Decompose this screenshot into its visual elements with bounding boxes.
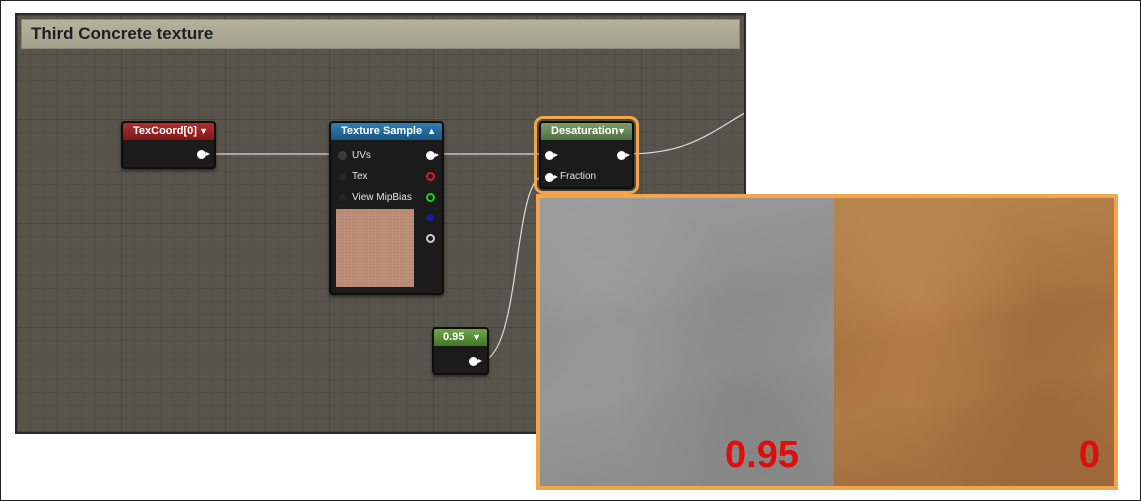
- desaturation-node[interactable]: Desaturation ▼ Fraction: [534, 116, 639, 194]
- a-output-pin[interactable]: [426, 234, 435, 243]
- desaturated-texture-preview: 0.95: [540, 198, 834, 486]
- collapse-arrow-icon[interactable]: ▼: [472, 329, 481, 346]
- texcoord-node[interactable]: TexCoord[0] ▼: [121, 121, 216, 169]
- constant-header[interactable]: 0.95 ▼: [434, 329, 487, 346]
- expand-arrow-icon[interactable]: ▲: [427, 123, 436, 140]
- fraction-0-label: 0: [1078, 434, 1100, 476]
- constant-value: 0.95: [443, 331, 465, 343]
- wire-desaturation-out: [624, 112, 744, 155]
- texture-sample-header[interactable]: Texture Sample ▲: [331, 123, 442, 140]
- collapse-arrow-icon[interactable]: ▼: [617, 123, 626, 140]
- uvs-input-pin[interactable]: [338, 151, 347, 160]
- fraction-095-label: 0.95: [725, 434, 799, 476]
- g-output-pin[interactable]: [426, 193, 435, 202]
- tex-input-pin[interactable]: [339, 173, 346, 180]
- desaturation-header[interactable]: Desaturation ▼: [541, 123, 632, 140]
- uvs-label: UVs: [352, 150, 371, 161]
- texcoord-output-pin[interactable]: [197, 150, 210, 159]
- original-texture-preview: 0: [834, 198, 1114, 486]
- constant-node[interactable]: 0.95 ▼: [432, 327, 489, 375]
- texture-sample-node[interactable]: Texture Sample ▲ UVs Tex View MipBias: [329, 121, 444, 295]
- b-output-pin[interactable]: [427, 214, 434, 221]
- rgb-output-pin[interactable]: [426, 151, 439, 160]
- texcoord-node-header[interactable]: TexCoord[0] ▼: [123, 123, 214, 140]
- desaturation-output-pin[interactable]: [617, 151, 630, 160]
- desaturation-title: Desaturation: [551, 125, 619, 137]
- mipbias-label: View MipBias: [352, 192, 412, 203]
- constant-output-pin[interactable]: [469, 357, 482, 366]
- texture-preview-thumbnail: [336, 209, 414, 287]
- r-output-pin[interactable]: [426, 172, 435, 181]
- tex-label: Tex: [352, 171, 368, 182]
- wire-constant-to-fraction: [479, 175, 545, 362]
- texcoord-node-title: TexCoord[0]: [133, 125, 197, 137]
- desaturation-comparison-panel: 0.95 0: [536, 194, 1118, 490]
- collapse-arrow-icon[interactable]: ▼: [199, 123, 208, 140]
- fraction-label: Fraction: [560, 171, 597, 182]
- desaturation-input-pin[interactable]: [545, 151, 558, 160]
- fraction-input-pin[interactable]: [545, 173, 558, 182]
- texture-sample-title: Texture Sample: [341, 125, 423, 137]
- mipbias-input-pin[interactable]: [339, 194, 346, 201]
